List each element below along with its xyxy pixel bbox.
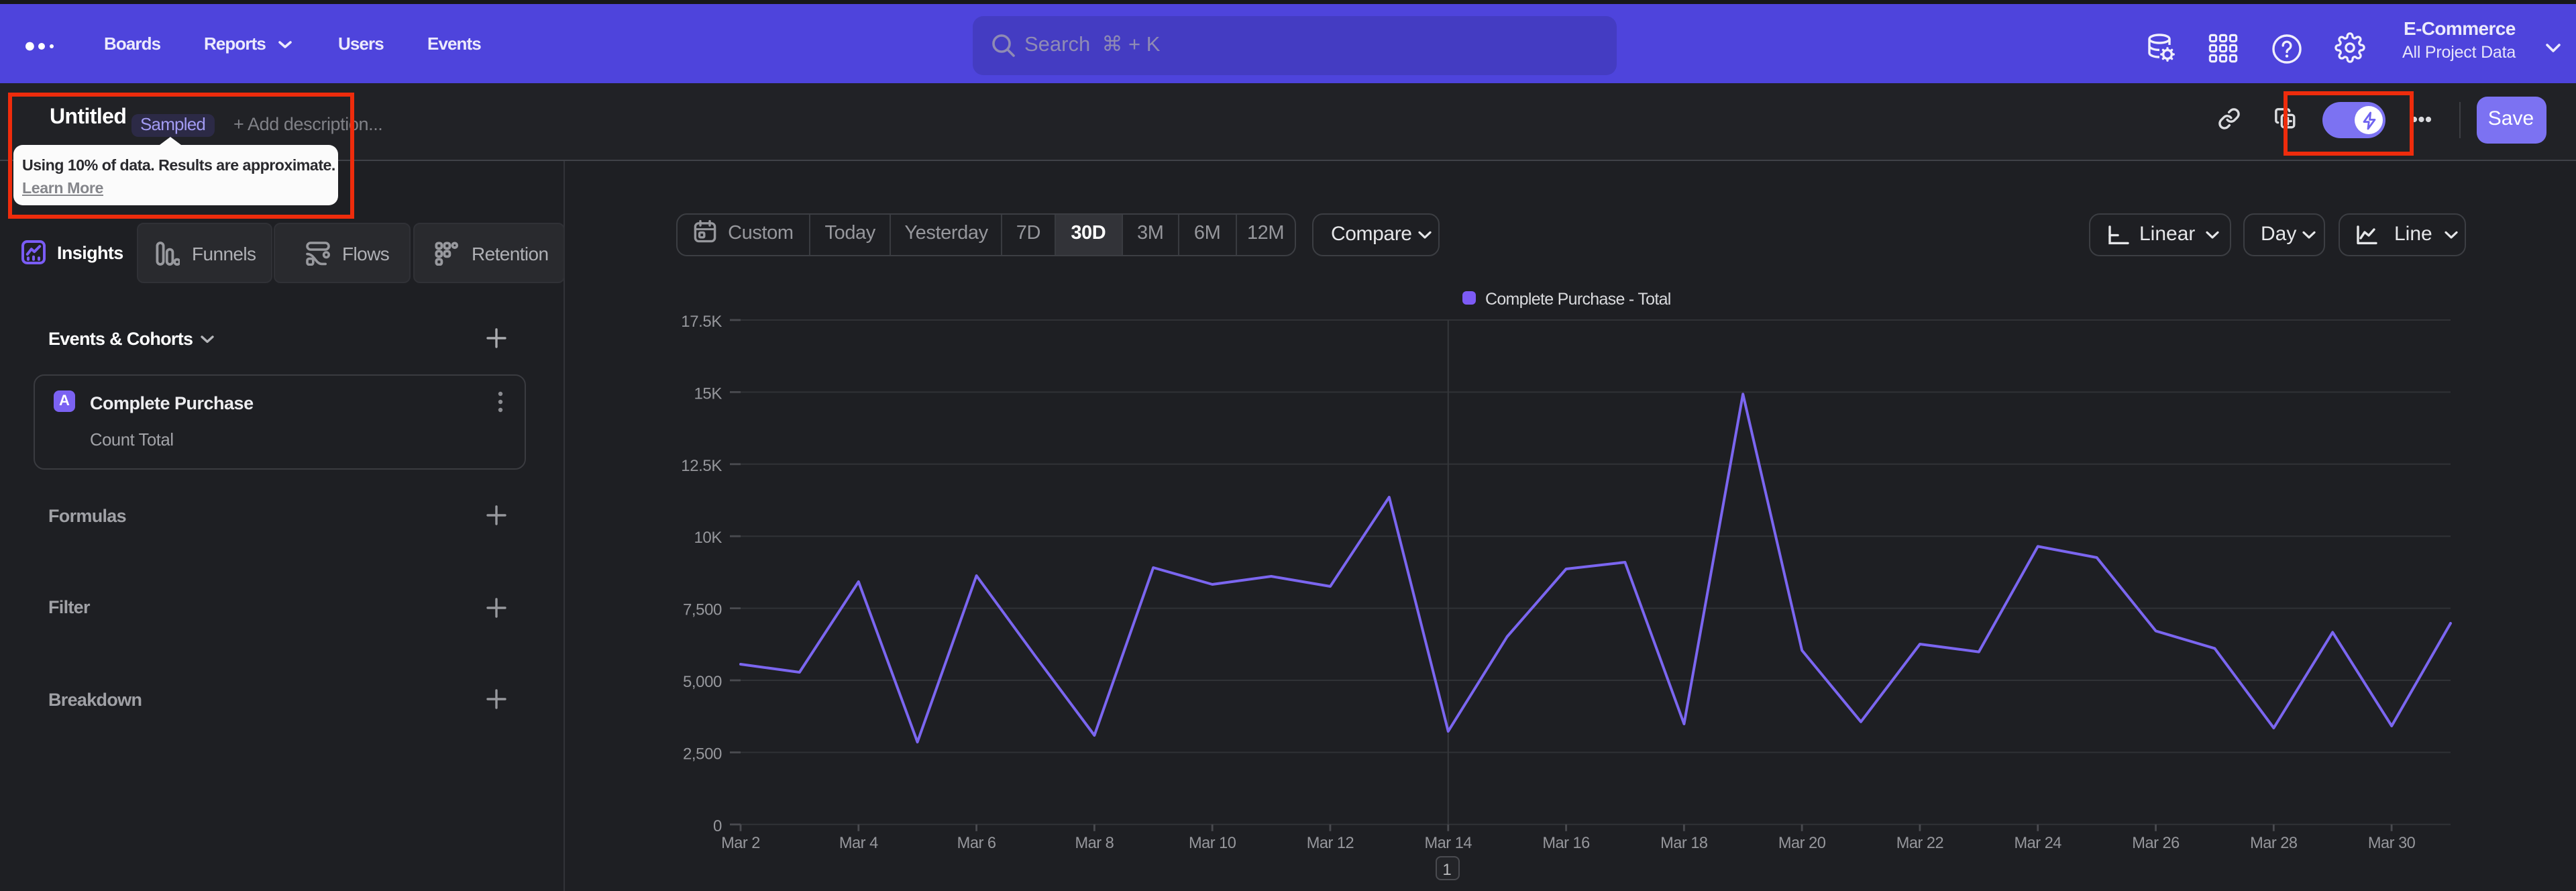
svg-text:Mar 2: Mar 2	[721, 835, 760, 852]
svg-text:2,500: 2,500	[683, 745, 722, 763]
svg-text:Mar 30: Mar 30	[2368, 835, 2416, 852]
svg-text:7,500: 7,500	[683, 601, 722, 619]
svg-text:17.5K: 17.5K	[681, 313, 722, 331]
svg-text:5,000: 5,000	[683, 673, 722, 691]
svg-text:Mar 18: Mar 18	[1660, 835, 1708, 852]
svg-text:Mar 22: Mar 22	[1896, 835, 1943, 852]
svg-text:0: 0	[713, 817, 722, 835]
svg-text:Mar 16: Mar 16	[1542, 835, 1590, 852]
svg-text:Mar 14: Mar 14	[1425, 835, 1472, 852]
svg-text:Mar 28: Mar 28	[2250, 835, 2298, 852]
svg-text:Mar 4: Mar 4	[839, 835, 878, 852]
svg-text:Mar 8: Mar 8	[1075, 835, 1114, 852]
svg-text:Mar 24: Mar 24	[2015, 835, 2062, 852]
svg-text:12.5K: 12.5K	[681, 457, 722, 475]
svg-text:Mar 6: Mar 6	[957, 835, 996, 852]
svg-text:Mar 26: Mar 26	[2132, 835, 2180, 852]
svg-text:Mar 20: Mar 20	[1778, 835, 1826, 852]
svg-text:10K: 10K	[694, 529, 722, 547]
svg-text:15K: 15K	[694, 384, 722, 403]
svg-text:Mar 10: Mar 10	[1189, 835, 1236, 852]
svg-text:Mar 12: Mar 12	[1307, 835, 1354, 852]
